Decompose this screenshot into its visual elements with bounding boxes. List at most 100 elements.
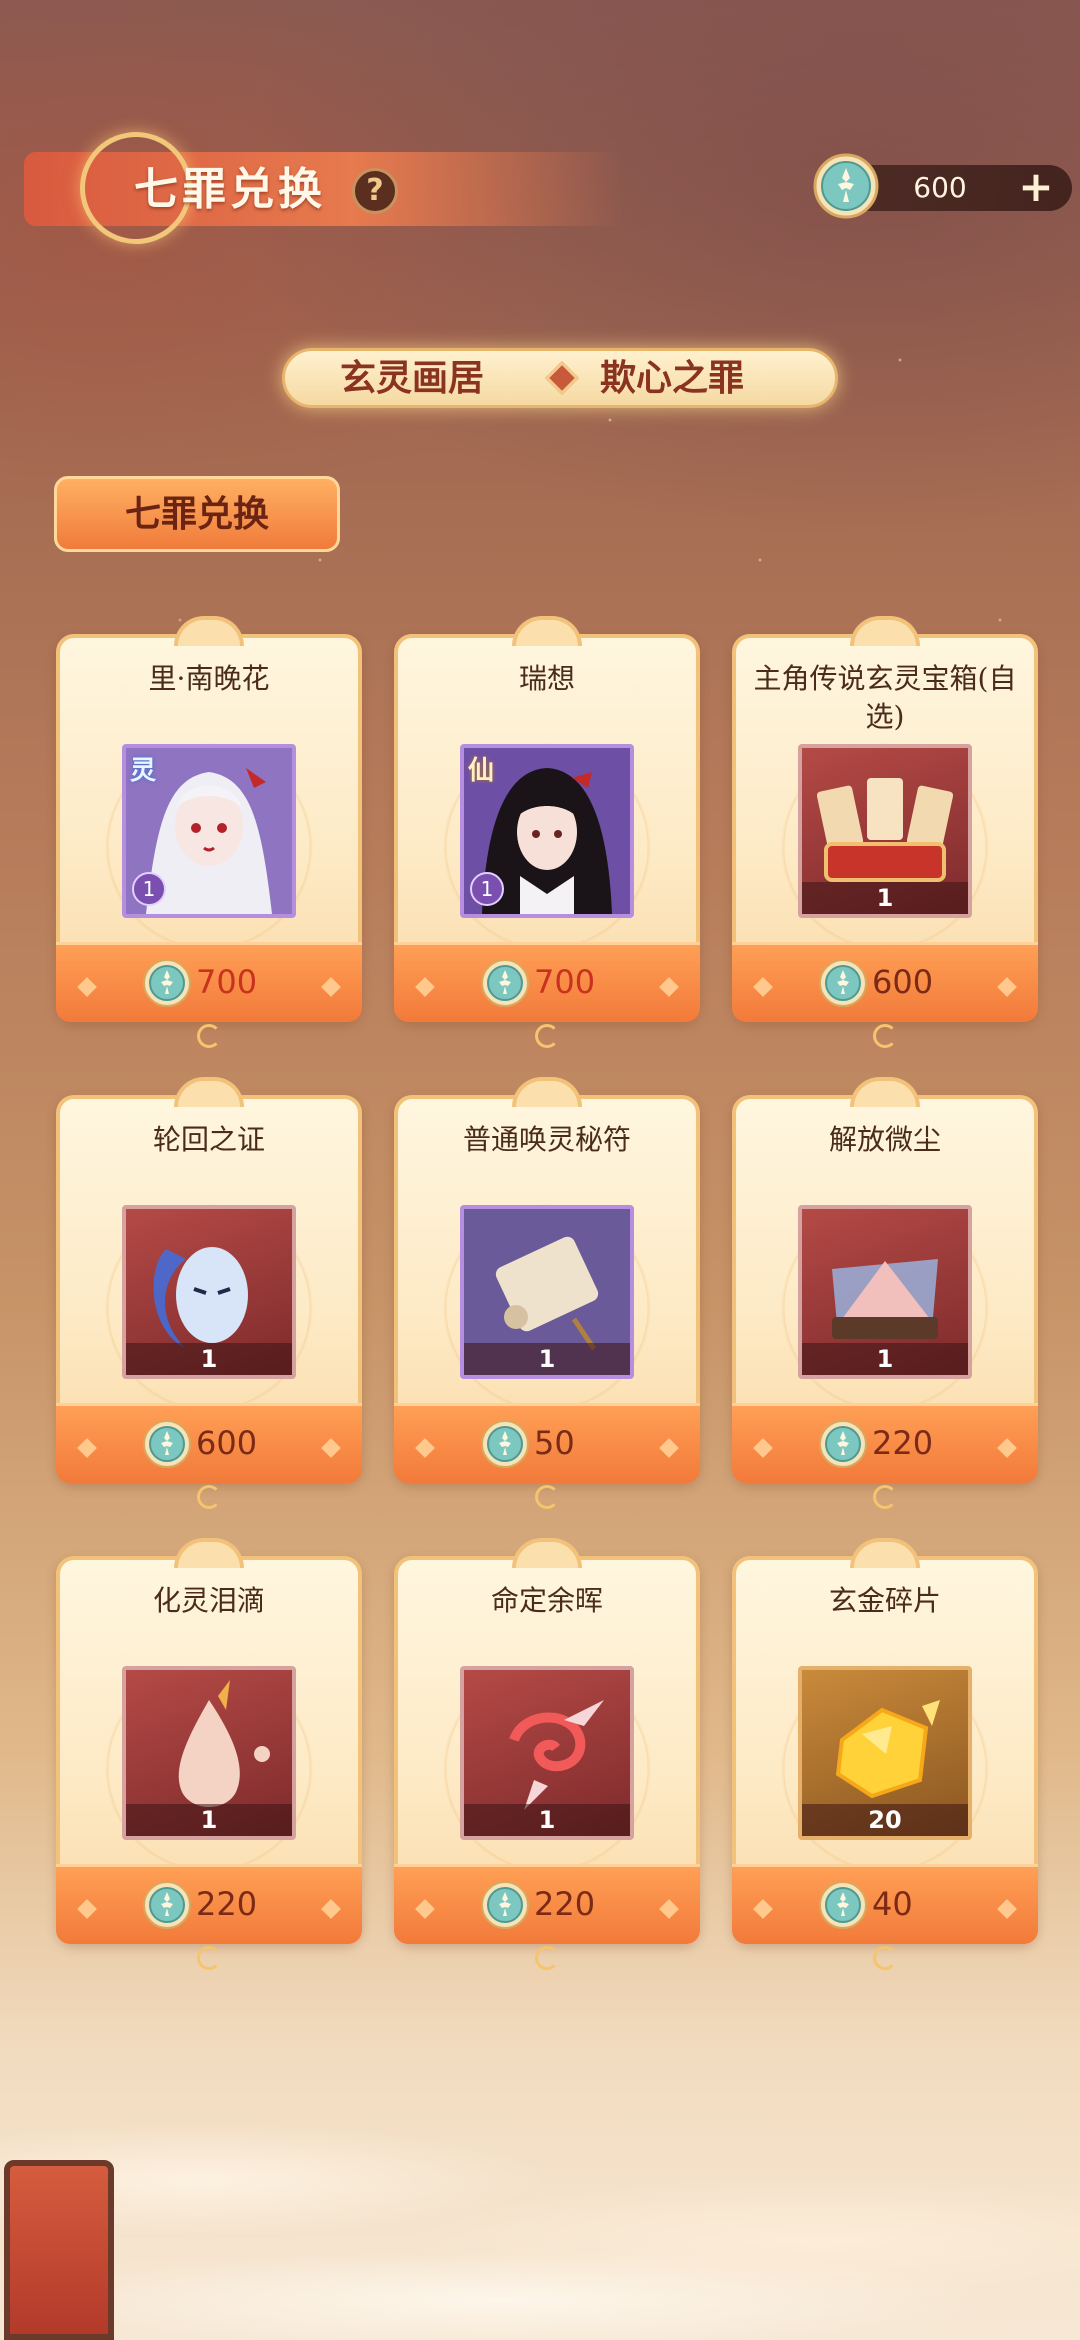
sin-token-icon bbox=[819, 1420, 867, 1468]
item-name: 命定余晖 bbox=[490, 1584, 603, 1617]
currency-amount: 600 bbox=[913, 171, 967, 204]
shop-item-card[interactable]: 主角传说玄灵宝箱(自选) 1 600 bbox=[732, 616, 1038, 1048]
help-button[interactable]: ? bbox=[352, 168, 398, 214]
item-image: 1 bbox=[122, 1666, 296, 1840]
sparkle-icon bbox=[997, 1899, 1017, 1919]
item-image: 1 bbox=[460, 1205, 634, 1379]
item-quantity: 1 bbox=[802, 1343, 968, 1375]
character-portrait: 仙 1 bbox=[460, 744, 634, 918]
item-name: 轮回之证 bbox=[152, 1123, 265, 1156]
item-price: 700 bbox=[534, 963, 596, 1001]
item-quantity: 1 bbox=[464, 1804, 630, 1836]
item-quantity: 1 bbox=[126, 1804, 292, 1836]
item-name: 普通唤灵秘符 bbox=[462, 1123, 631, 1156]
moon-pin-icon bbox=[873, 1946, 897, 1970]
card-top-tab bbox=[174, 1077, 244, 1107]
card-top-tab bbox=[850, 616, 920, 646]
item-price: 600 bbox=[872, 963, 934, 1001]
sin-token-icon bbox=[481, 1420, 529, 1468]
moon-pin-icon bbox=[535, 1485, 559, 1509]
sparkle-icon bbox=[997, 977, 1017, 997]
moon-pin-icon bbox=[873, 1485, 897, 1509]
shop-item-card[interactable]: 普通唤灵秘符 1 50 bbox=[394, 1077, 700, 1509]
shop-item-card[interactable]: 轮回之证 1 600 bbox=[56, 1077, 362, 1509]
shop-item-card[interactable]: 命定余晖 1 220 bbox=[394, 1538, 700, 1970]
item-image: 1 bbox=[798, 744, 972, 918]
item-name: 化灵泪滴 bbox=[152, 1584, 265, 1617]
sub-nav-right[interactable]: 欺心之罪 bbox=[600, 348, 744, 408]
item-price: 50 bbox=[534, 1424, 575, 1462]
section-tab-exchange[interactable]: 七罪兑换 bbox=[54, 476, 340, 552]
item-name: 主角传说玄灵宝箱(自选) bbox=[753, 662, 1017, 733]
item-name: 里·南晚花 bbox=[148, 662, 270, 695]
item-price: 600 bbox=[196, 1424, 258, 1462]
sin-token-icon bbox=[143, 959, 191, 1007]
shop-item-card[interactable]: 解放微尘 1 220 bbox=[732, 1077, 1038, 1509]
sin-token-icon bbox=[813, 153, 879, 219]
element-badge: 仙 bbox=[468, 756, 495, 786]
shop-item-card[interactable]: 玄金碎片 20 40 bbox=[732, 1538, 1038, 1970]
character-portrait: 灵 1 bbox=[122, 744, 296, 918]
card-top-tab bbox=[850, 1538, 920, 1568]
sparkle-icon bbox=[997, 1438, 1017, 1458]
sparkle-icon bbox=[659, 1438, 679, 1458]
item-name: 瑞想 bbox=[518, 662, 575, 695]
sparkle-icon bbox=[77, 977, 97, 997]
sparkle-icon bbox=[321, 977, 341, 997]
shop-item-card[interactable]: 瑞想 仙 1 700 bbox=[394, 616, 700, 1048]
item-quantity: 1 bbox=[802, 882, 968, 914]
level-badge: 1 bbox=[132, 872, 166, 906]
add-currency-button[interactable]: + bbox=[1010, 165, 1062, 211]
item-image: 1 bbox=[460, 1666, 634, 1840]
sparkle-icon bbox=[77, 1438, 97, 1458]
card-top-tab bbox=[174, 616, 244, 646]
sin-token-icon bbox=[819, 1881, 867, 1929]
sparkle-icon bbox=[753, 977, 773, 997]
sparkle-icon bbox=[321, 1899, 341, 1919]
item-price: 40 bbox=[872, 1885, 913, 1923]
moon-pin-icon bbox=[535, 1946, 559, 1970]
sparkle-icon bbox=[753, 1899, 773, 1919]
sparkle-icon bbox=[415, 1899, 435, 1919]
sub-nav-left[interactable]: 玄灵画居 bbox=[340, 348, 484, 408]
item-image: 1 bbox=[798, 1205, 972, 1379]
item-image: 1 bbox=[122, 1205, 296, 1379]
item-price: 700 bbox=[196, 963, 258, 1001]
card-top-tab bbox=[850, 1077, 920, 1107]
sin-token-icon bbox=[481, 959, 529, 1007]
sparkle-icon bbox=[415, 1438, 435, 1458]
moon-pin-icon bbox=[197, 1946, 221, 1970]
moon-pin-icon bbox=[197, 1485, 221, 1509]
cloud-decoration bbox=[0, 1920, 1080, 2340]
item-quantity: 1 bbox=[464, 1343, 630, 1375]
card-top-tab bbox=[512, 616, 582, 646]
sparkle-icon bbox=[659, 977, 679, 997]
sparkle-icon bbox=[77, 1899, 97, 1919]
card-top-tab bbox=[512, 1538, 582, 1568]
page-title: 七罪兑换 bbox=[134, 164, 326, 215]
element-badge: 灵 bbox=[130, 756, 157, 786]
item-price: 220 bbox=[534, 1885, 596, 1923]
sparkle-icon bbox=[753, 1438, 773, 1458]
sin-token-icon bbox=[819, 959, 867, 1007]
sparkle-icon bbox=[415, 977, 435, 997]
shop-item-card[interactable]: 化灵泪滴 1 220 bbox=[56, 1538, 362, 1970]
sparkle-icon bbox=[321, 1438, 341, 1458]
level-badge: 1 bbox=[470, 872, 504, 906]
item-image: 20 bbox=[798, 1666, 972, 1840]
sin-token-icon bbox=[143, 1881, 191, 1929]
item-name: 解放微尘 bbox=[828, 1123, 941, 1156]
shop-item-card[interactable]: 里·南晚花 灵 1 700 bbox=[56, 616, 362, 1048]
item-price: 220 bbox=[196, 1885, 258, 1923]
item-quantity: 20 bbox=[802, 1804, 968, 1836]
moon-pin-icon bbox=[535, 1024, 559, 1048]
sparkle-icon bbox=[659, 1899, 679, 1919]
card-top-tab bbox=[174, 1538, 244, 1568]
lantern-decoration-icon[interactable] bbox=[4, 2160, 114, 2340]
item-price: 220 bbox=[872, 1424, 934, 1462]
moon-pin-icon bbox=[197, 1024, 221, 1048]
sin-token-icon bbox=[481, 1881, 529, 1929]
card-top-tab bbox=[512, 1077, 582, 1107]
sin-token-icon bbox=[143, 1420, 191, 1468]
item-name: 玄金碎片 bbox=[828, 1584, 941, 1617]
